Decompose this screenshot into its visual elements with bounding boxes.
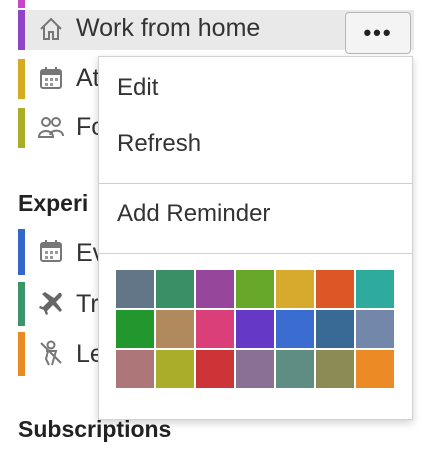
color-swatch[interactable] xyxy=(276,310,314,348)
airplane-icon xyxy=(34,286,68,320)
color-swatch[interactable] xyxy=(156,310,194,348)
top-color-bar xyxy=(18,0,25,8)
color-swatch[interactable] xyxy=(356,310,394,348)
menu-item-add-reminder[interactable]: Add Reminder xyxy=(117,200,270,228)
options-menu: Edit Refresh Add Reminder xyxy=(98,56,413,420)
color-swatch[interactable] xyxy=(156,270,194,308)
color-swatch[interactable] xyxy=(316,350,354,388)
calendar-icon xyxy=(34,61,68,95)
color-swatch[interactable] xyxy=(196,310,234,348)
person-icon xyxy=(34,336,68,370)
menu-item-refresh[interactable]: Refresh xyxy=(117,130,201,158)
color-swatch[interactable] xyxy=(116,310,154,348)
color-swatch[interactable] xyxy=(236,310,274,348)
more-options-button[interactable]: ••• xyxy=(345,12,411,54)
menu-divider xyxy=(99,253,412,254)
color-palette xyxy=(116,270,395,388)
color-bar xyxy=(18,229,25,275)
more-options-label: ••• xyxy=(363,20,393,45)
color-swatch[interactable] xyxy=(116,350,154,388)
list-item-label[interactable]: At xyxy=(76,64,100,93)
color-bar xyxy=(18,332,25,376)
list-item-label[interactable]: Work from home xyxy=(76,14,260,43)
group-icon xyxy=(34,110,68,144)
house-icon xyxy=(34,12,68,46)
color-swatch[interactable] xyxy=(156,350,194,388)
color-swatch[interactable] xyxy=(356,350,394,388)
calendar-icon xyxy=(34,234,68,268)
color-bar xyxy=(18,108,25,148)
color-swatch[interactable] xyxy=(316,310,354,348)
menu-item-edit[interactable]: Edit xyxy=(117,74,158,102)
color-swatch[interactable] xyxy=(196,270,234,308)
section-heading-subscriptions: Subscriptions xyxy=(18,416,172,442)
color-swatch[interactable] xyxy=(316,270,354,308)
color-swatch[interactable] xyxy=(236,270,274,308)
color-swatch[interactable] xyxy=(276,350,314,388)
color-bar xyxy=(18,59,25,99)
color-swatch[interactable] xyxy=(236,350,274,388)
color-swatch[interactable] xyxy=(196,350,234,388)
color-swatch[interactable] xyxy=(356,270,394,308)
section-heading-experiences: Experi xyxy=(18,190,89,216)
color-bar xyxy=(18,10,25,50)
color-bar xyxy=(18,282,25,326)
list-item-label[interactable]: Tr xyxy=(76,290,99,319)
color-swatch[interactable] xyxy=(116,270,154,308)
menu-divider xyxy=(99,183,412,184)
color-swatch[interactable] xyxy=(276,270,314,308)
